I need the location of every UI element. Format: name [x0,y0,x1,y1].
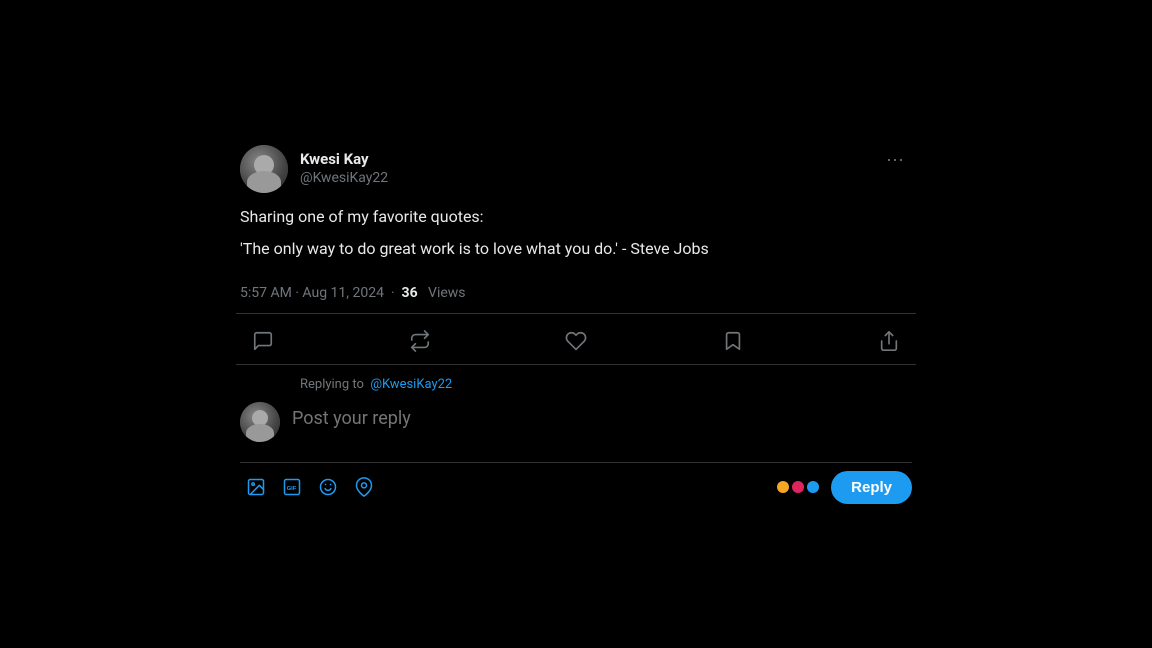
tweet-container: Kwesi Kay @KwesiKay22 ··· Sharing one of… [236,129,916,520]
dot-yellow [777,481,789,493]
tweet-body: Sharing one of my favorite quotes: 'The … [236,205,916,261]
replying-to-user-link[interactable]: @KwesiKay22 [370,377,452,392]
reply-input-row [240,402,912,450]
reply-input[interactable] [292,402,912,450]
tweet-timestamp: 5:57 AM · Aug 11, 2024 [240,285,384,301]
reply-toolbar-icons: GIF [240,471,380,503]
color-dots [777,481,819,493]
reply-toolbar-right: Reply [777,471,912,504]
user-info: Kwesi Kay @KwesiKay22 [300,150,388,188]
tweet-actions [236,318,916,365]
dot-red [792,481,804,493]
tweet-intro-text: Sharing one of my favorite quotes: [240,205,912,229]
tweet-quote-text: 'The only way to do great work is to lov… [240,237,912,261]
tweet-views-count: 36 [402,285,418,301]
svg-text:GIF: GIF [287,486,297,492]
tweet-header: Kwesi Kay @KwesiKay22 ··· [236,145,916,193]
display-name: Kwesi Kay [300,150,388,170]
tweet-header-left: Kwesi Kay @KwesiKay22 [240,145,388,193]
add-gif-button[interactable]: GIF [276,471,308,503]
add-emoji-button[interactable] [312,471,344,503]
add-image-button[interactable] [240,471,272,503]
reply-section: Replying to @KwesiKay22 [236,365,916,504]
username: @KwesiKay22 [300,169,388,187]
reply-submit-button[interactable]: Reply [831,471,912,504]
tweet-views-label: Views [428,285,466,301]
reply-action-button[interactable] [244,322,282,360]
like-action-button[interactable] [557,322,595,360]
replying-to-label: Replying to @KwesiKay22 [240,377,912,392]
share-action-button[interactable] [870,322,908,360]
add-location-button[interactable] [348,471,380,503]
avatar [240,145,288,193]
reply-toolbar: GIF [240,462,912,504]
more-options-button[interactable]: ··· [878,145,912,174]
tweet-meta: 5:57 AM · Aug 11, 2024 · 36 Views [236,273,916,314]
retweet-action-button[interactable] [401,322,439,360]
dot-blue [807,481,819,493]
reply-avatar [240,402,280,442]
bookmark-action-button[interactable] [714,322,752,360]
